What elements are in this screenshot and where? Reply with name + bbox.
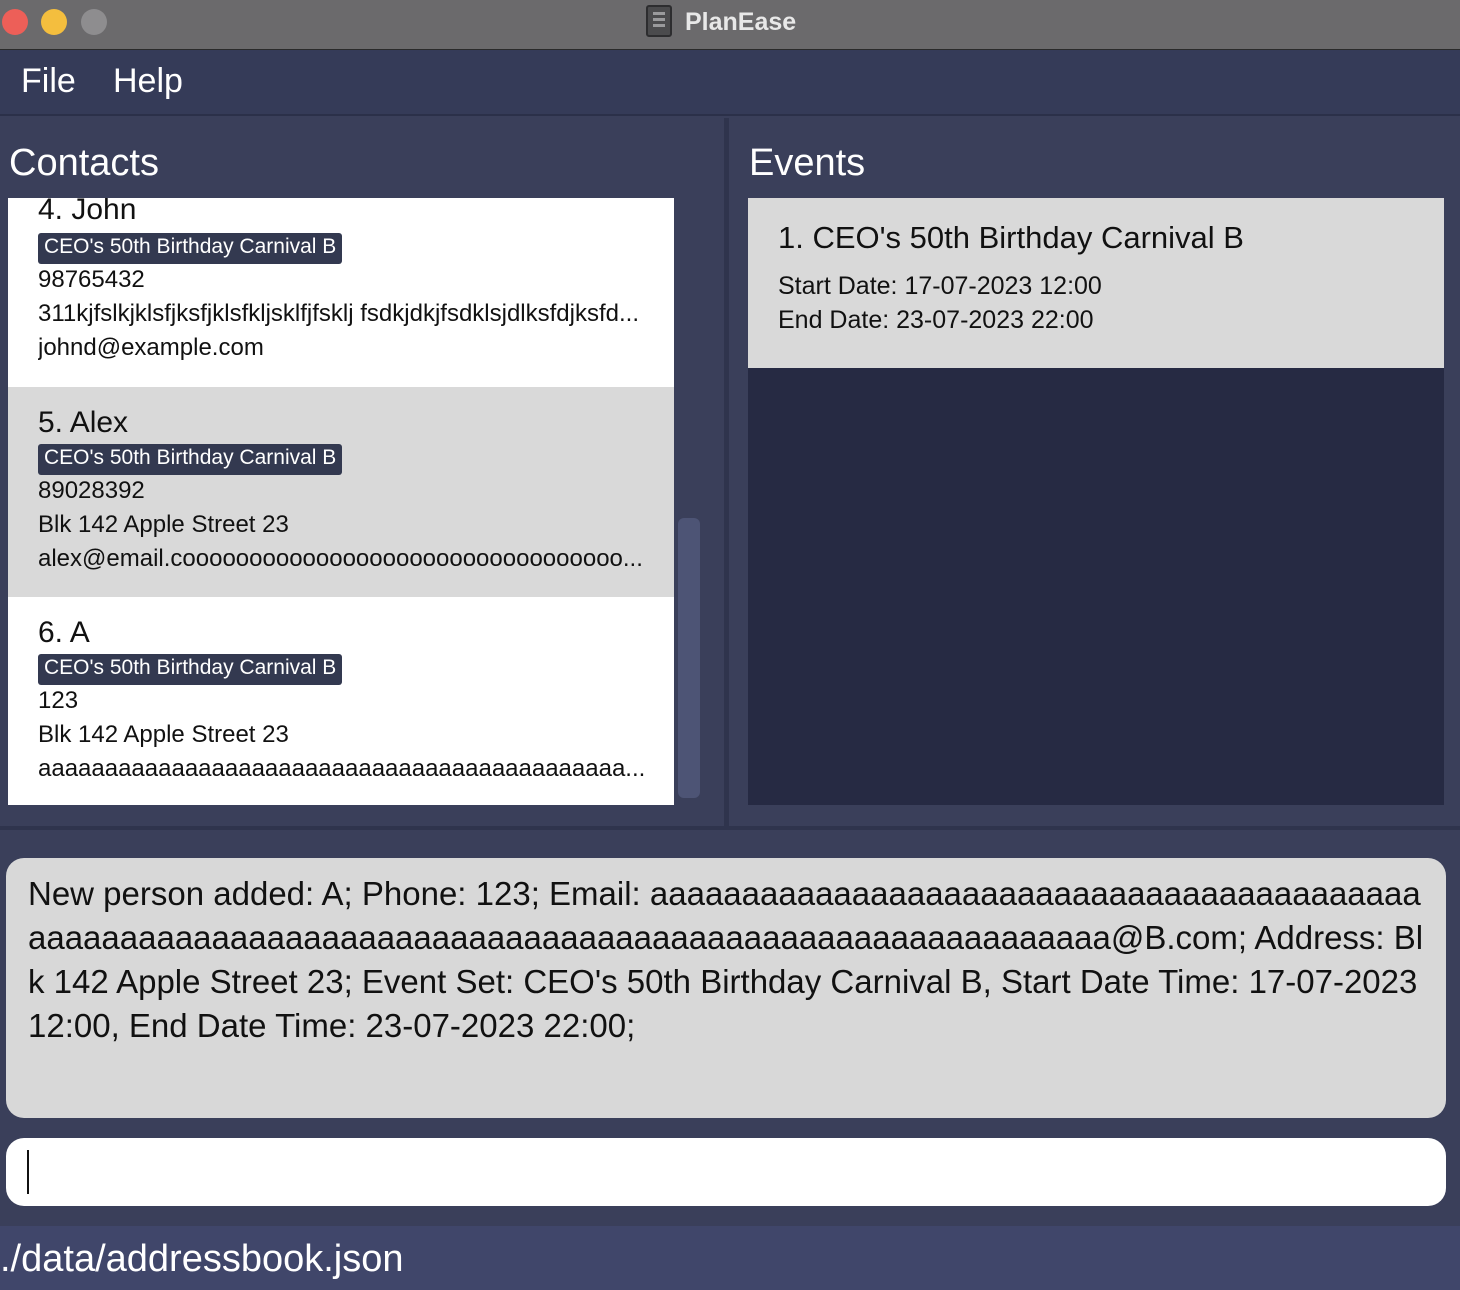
event-card[interactable]: 1. CEO's 50th Birthday Carnival B Start … [748, 198, 1444, 368]
menu-help[interactable]: Help [113, 62, 183, 101]
contacts-scrollbar[interactable] [678, 518, 700, 798]
contact-phone: 98765432 [38, 266, 145, 293]
contacts-title: Contacts [9, 142, 159, 184]
contact-email: alex@email.coooooooooooooooooooooooooooo… [38, 545, 643, 572]
title-bar: PlanEase [0, 0, 1460, 50]
result-message: New person added: A; Phone: 123; Email: … [28, 875, 1424, 1044]
contact-event-tag: CEO's 50th Birthday Carnival B [38, 444, 343, 475]
notebook-icon [646, 5, 672, 37]
contact-address: Blk 142 Apple Street 23 [38, 511, 289, 538]
contact-phone: 89028392 [38, 477, 145, 504]
contact-name: 6. A [38, 616, 90, 649]
contact-email: johnd@example.com [38, 334, 264, 361]
event-name: 1. CEO's 50th Birthday Carnival B [778, 220, 1244, 255]
event-list[interactable]: 1. CEO's 50th Birthday Carnival B Start … [748, 198, 1444, 805]
events-panel: Events 1. CEO's 50th Birthday Carnival B… [729, 118, 1460, 828]
text-caret [27, 1150, 29, 1194]
status-bar: ./data/addressbook.json [0, 1226, 1460, 1290]
contact-card[interactable]: 5. Alex CEO's 50th Birthday Carnival B 8… [8, 387, 674, 597]
contact-phone: 123 [38, 687, 79, 714]
event-start-date: Start Date: 17-07-2023 12:00 [778, 272, 1102, 300]
contact-address: Blk 142 Apple Street 23 [38, 721, 289, 748]
contact-card[interactable]: 6. A CEO's 50th Birthday Carnival B 123 … [8, 597, 674, 805]
events-title: Events [749, 142, 866, 184]
contact-name: 4. John [38, 198, 137, 226]
menu-bar: File Help [0, 50, 1460, 116]
contact-event-tag: CEO's 50th Birthday Carnival B [38, 233, 343, 264]
window-title: PlanEase [685, 8, 797, 36]
contacts-scrollbar-thumb[interactable] [678, 518, 700, 798]
contact-address: 311kjfslkjklsfjksfjklsfkljsklfjfsklj fsd… [38, 300, 640, 327]
result-display: New person added: A; Phone: 123; Email: … [6, 858, 1446, 1118]
command-input[interactable] [32, 1138, 1422, 1206]
event-end-date: End Date: 23-07-2023 22:00 [778, 306, 1094, 334]
horizontal-divider [0, 826, 1460, 830]
menu-file[interactable]: File [21, 62, 76, 101]
contact-card[interactable]: 4. John CEO's 50th Birthday Carnival B 9… [8, 198, 674, 388]
contact-name: 5. Alex [38, 406, 129, 439]
contact-list[interactable]: 4. John CEO's 50th Birthday Carnival B 9… [8, 198, 674, 805]
close-window-button[interactable] [2, 9, 28, 35]
command-box[interactable] [6, 1138, 1446, 1206]
maximize-window-button[interactable] [81, 9, 107, 35]
contact-email: aaaaaaaaaaaaaaaaaaaaaaaaaaaaaaaaaaaaaaaa… [38, 755, 646, 782]
contact-event-tag: CEO's 50th Birthday Carnival B [38, 654, 343, 685]
data-file-path: ./data/addressbook.json [0, 1238, 404, 1280]
minimize-window-button[interactable] [41, 9, 67, 35]
contacts-panel: Contacts 4. John CEO's 50th Birthday Car… [0, 118, 724, 828]
